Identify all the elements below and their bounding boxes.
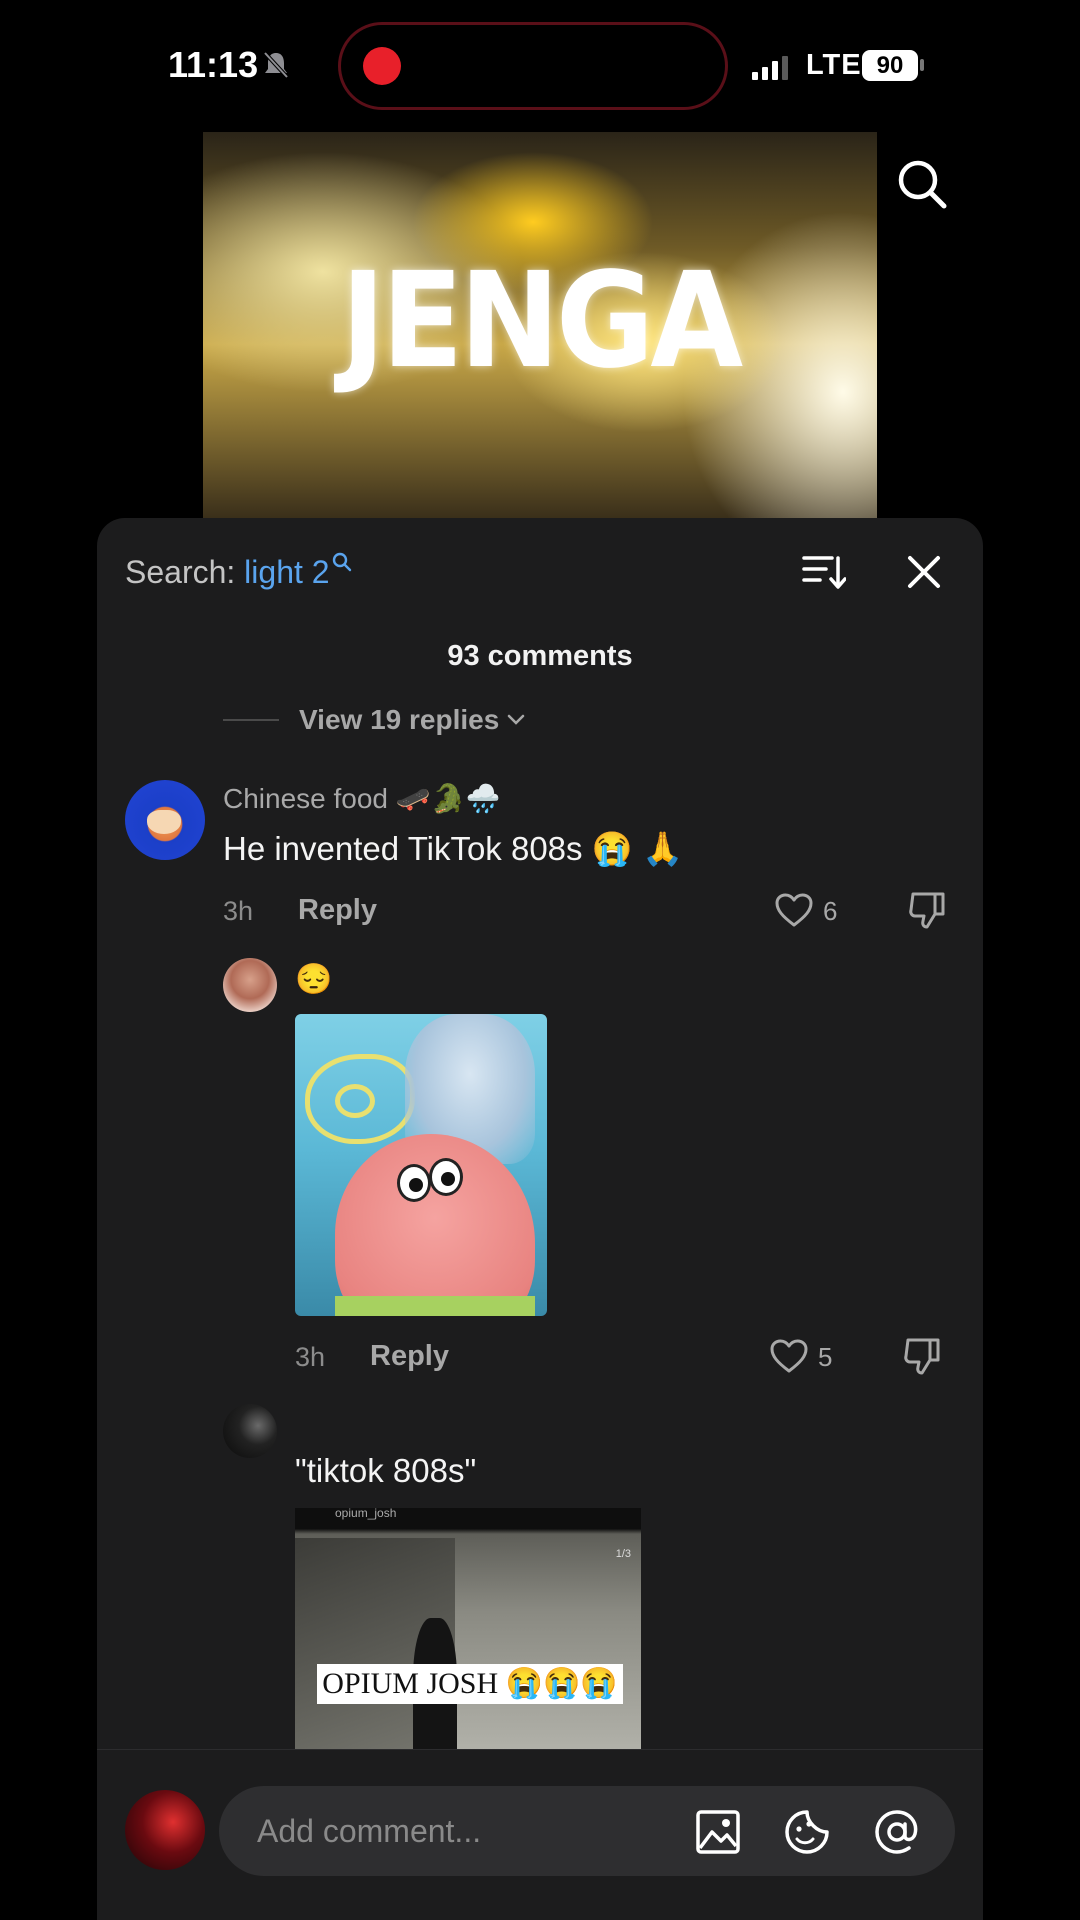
comment-username[interactable]: Chinese food 🛹🐊🌧️ (223, 782, 500, 815)
comment-input[interactable] (257, 1806, 677, 1856)
avatar[interactable] (223, 1404, 277, 1458)
reply-sticker-image[interactable] (295, 1014, 547, 1316)
heart-icon[interactable] (769, 1338, 809, 1374)
image-icon[interactable] (694, 1808, 742, 1856)
screen-recording-indicator[interactable] (338, 22, 728, 110)
comment-input-container[interactable] (219, 1786, 955, 1876)
image-username: opium_josh (335, 1508, 397, 1520)
sticker-shorts (335, 1296, 535, 1316)
view-replies-label: View 19 replies (299, 704, 500, 735)
comment-count: 93 comments (447, 640, 633, 672)
dislike-icon[interactable] (907, 890, 947, 930)
like-count: 6 (823, 896, 838, 926)
view-replies-button[interactable]: View 19 replies (223, 704, 525, 736)
heart-icon[interactable] (774, 892, 814, 928)
sticker-flower-inner (335, 1084, 375, 1118)
avatar[interactable] (223, 958, 277, 1012)
record-dot-icon (363, 47, 401, 85)
thread-line (223, 719, 279, 721)
mention-icon[interactable] (873, 1808, 921, 1856)
search-term-link[interactable]: light 2 (244, 554, 329, 590)
reply-time: 3h (295, 1342, 326, 1372)
battery-tip (920, 59, 924, 71)
comment-input-bar (97, 1749, 983, 1920)
image-caption: OPIUM JOSH 😭😭😭 (317, 1664, 623, 1704)
sort-icon[interactable] (802, 552, 846, 592)
reply-text: 😔 (295, 963, 333, 996)
avatar[interactable] (125, 780, 205, 860)
comment-search-query[interactable]: Search: light 2 (125, 552, 352, 591)
reply-image[interactable]: opium_josh 1/3 OPIUM JOSH 😭😭😭 (295, 1508, 641, 1768)
avatar[interactable] (125, 1790, 205, 1870)
bell-muted-icon (263, 51, 289, 79)
search-mini-icon (332, 552, 351, 572)
network-type: LTE (806, 49, 862, 81)
chevron-down-icon (508, 714, 525, 725)
sticker-pupil-right (441, 1172, 455, 1186)
emoji-sticker-icon[interactable] (783, 1808, 831, 1856)
status-time: 11:13 (168, 44, 259, 85)
video-player[interactable]: JENGA (203, 132, 877, 518)
comments-sheet: Search: light 2 93 comments View 19 repl… (97, 518, 983, 1920)
reply-button[interactable]: Reply (370, 1340, 449, 1373)
image-page-indicator: 1/3 (615, 1548, 631, 1560)
reply-button[interactable]: Reply (298, 894, 377, 927)
battery-icon: 90 (862, 50, 918, 81)
video-overlay-text: JENGA (340, 245, 743, 398)
comment-time: 3h (223, 896, 254, 926)
search-label: Search: (125, 554, 236, 590)
sticker-pupil-left (409, 1178, 423, 1192)
search-icon[interactable] (896, 158, 948, 210)
cellular-signal-icon (752, 56, 788, 80)
reply-text: "tiktok 808s" (295, 1452, 477, 1489)
like-count: 5 (818, 1342, 833, 1372)
dislike-icon[interactable] (902, 1336, 942, 1376)
comment-text: He invented TikTok 808s 😭 🙏 (223, 830, 684, 867)
close-icon[interactable] (906, 554, 942, 590)
